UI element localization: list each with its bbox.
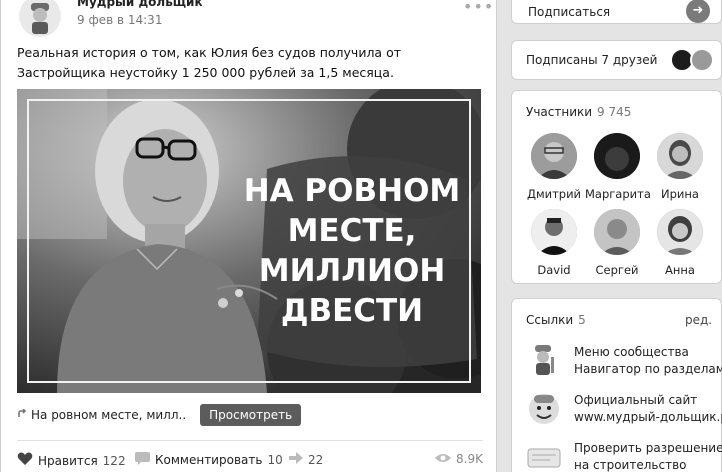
member-item[interactable]: Анна xyxy=(648,209,712,277)
link-title[interactable]: На ровном месте, милл.. xyxy=(31,408,186,422)
member-avatar xyxy=(531,133,577,179)
member-avatar xyxy=(531,209,577,255)
arrow-right-icon[interactable]: ➜ xyxy=(686,0,710,23)
views-counter: 8.9K xyxy=(435,452,483,466)
links-title-label: Ссылки xyxy=(526,313,574,327)
members-card: Участники 9 745 Дмитрий Маргарита Ирина D… xyxy=(511,90,722,284)
friend-avatar[interactable] xyxy=(690,48,714,72)
member-avatar xyxy=(657,133,703,179)
like-label: Нравится xyxy=(38,453,98,468)
post-card: Мудрый дольщик 9 фев в 14:31 ••• Реальна… xyxy=(0,0,497,472)
sidebar-link-item[interactable]: Проверить разрешение на строительство xyxy=(526,439,722,472)
share-count: 22 xyxy=(308,452,324,467)
member-name: Маргарита xyxy=(585,187,651,201)
builder-mascot-icon xyxy=(526,343,562,379)
subscribe-label[interactable]: Подписаться xyxy=(528,5,610,19)
more-options-icon[interactable]: ••• xyxy=(463,0,494,16)
member-avatar xyxy=(594,209,640,255)
sidebar-link-item[interactable]: Официальный сайт www.мудрый-дольщик.рф xyxy=(526,391,722,431)
like-button[interactable]: Нравится 122 xyxy=(17,452,126,469)
heart-icon xyxy=(17,452,33,469)
divider xyxy=(17,440,483,441)
members-title-label: Участники xyxy=(526,105,593,119)
link-arrow-icon xyxy=(17,407,31,422)
share-button[interactable]: 22 xyxy=(289,452,323,467)
comment-count: 10 xyxy=(267,453,283,467)
member-item[interactable]: David xyxy=(522,209,586,277)
attached-link[interactable]: На ровном месте, милл.. Просмотреть xyxy=(17,404,302,426)
member-name: Дмитрий xyxy=(526,187,582,201)
links-title[interactable]: Ссылки 5 xyxy=(526,313,586,327)
link-line-1: Официальный сайт xyxy=(574,393,698,407)
views-count: 8.9K xyxy=(456,452,483,466)
link-line-2: www.мудрый-дольщик.рф xyxy=(574,410,722,424)
member-avatar xyxy=(657,209,703,255)
headline-line-3: МИЛЛИОН xyxy=(258,253,446,289)
like-count: 122 xyxy=(102,453,126,468)
post-author[interactable]: Мудрый дольщик xyxy=(77,0,203,9)
link-line-2: Навигатор по разделам xyxy=(574,362,722,376)
links-count: 5 xyxy=(578,313,586,327)
member-item[interactable]: Сергей xyxy=(585,209,649,277)
friends-card[interactable]: Подписаны 7 друзей xyxy=(511,40,722,80)
link-line-1: Проверить разрешение xyxy=(574,441,722,455)
links-card: Ссылки 5 ред. Меню сообщества Навигатор п… xyxy=(511,298,722,472)
headline-line-2: МЕСТЕ, xyxy=(287,213,417,249)
document-check-icon xyxy=(526,439,562,472)
sidebar-link-item[interactable]: Меню сообщества Навигатор по разделам xyxy=(526,343,722,383)
edit-links-link[interactable]: ред. xyxy=(685,313,712,327)
mascot-face-icon xyxy=(526,391,562,427)
post-date[interactable]: 9 фев в 14:31 xyxy=(77,13,162,27)
member-item[interactable]: Маргарита xyxy=(585,133,651,201)
member-name: Ирина xyxy=(661,187,699,201)
post-actions: Нравится 122 Комментировать 10 22 8.9K xyxy=(17,452,483,470)
members-title[interactable]: Участники 9 745 xyxy=(526,105,631,119)
comment-label: Комментировать xyxy=(155,453,263,467)
share-icon xyxy=(289,452,303,467)
post-text: Реальная история о том, как Юлия без суд… xyxy=(17,45,401,80)
eye-icon xyxy=(435,452,452,466)
member-name: David xyxy=(537,263,571,277)
member-item[interactable]: Дмитрий xyxy=(522,133,586,201)
member-name: Сергей xyxy=(595,263,639,277)
headline-line-1: НА РОВНОМ xyxy=(243,173,461,209)
subscribe-card[interactable]: Подписаться ➜ xyxy=(511,0,722,24)
members-count: 9 745 xyxy=(597,105,632,119)
friends-label[interactable]: Подписаны 7 друзей xyxy=(526,53,657,67)
member-avatar xyxy=(594,133,640,179)
view-button[interactable]: Просмотреть xyxy=(200,404,302,426)
comment-button[interactable]: Комментировать 10 xyxy=(135,452,283,468)
comment-icon xyxy=(135,452,150,468)
link-line-1: Меню сообщества xyxy=(574,345,689,359)
image-headline: НА РОВНОМ МЕСТЕ, МИЛЛИОН ДВЕСТИ xyxy=(231,171,473,331)
member-name: Анна xyxy=(665,263,695,277)
post-image[interactable]: НА РОВНОМ МЕСТЕ, МИЛЛИОН ДВЕСТИ xyxy=(17,89,481,393)
headline-line-4: ДВЕСТИ xyxy=(280,293,424,329)
link-line-2: на строительство xyxy=(574,458,687,472)
author-avatar[interactable] xyxy=(19,0,61,37)
member-item[interactable]: Ирина xyxy=(648,133,712,201)
